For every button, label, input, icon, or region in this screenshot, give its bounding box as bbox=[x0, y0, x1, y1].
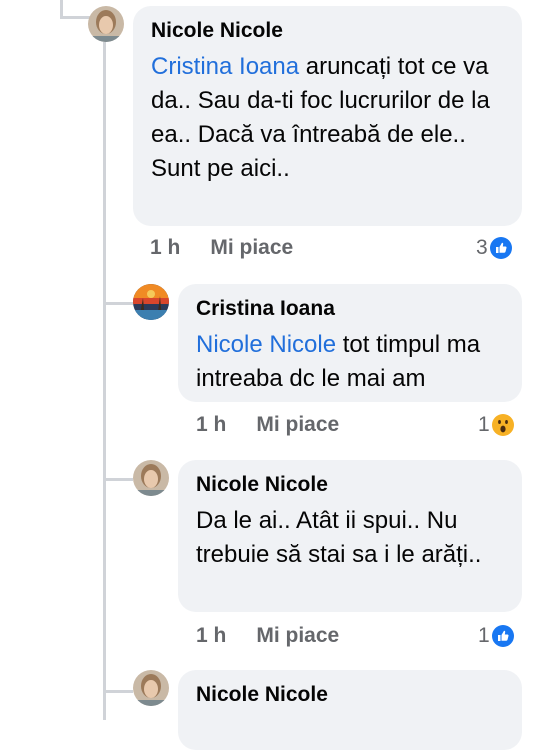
thread-line bbox=[103, 302, 133, 305]
thread-line bbox=[103, 478, 133, 481]
reaction-count: 1 bbox=[478, 413, 490, 436]
avatar[interactable] bbox=[133, 284, 169, 320]
wow-icon bbox=[491, 414, 514, 436]
thread-line bbox=[103, 690, 133, 693]
avatar[interactable] bbox=[133, 460, 169, 496]
comment-author[interactable]: Nicole Nicole bbox=[196, 472, 504, 498]
comment-text: Da le ai.. Atât ii spui.. Nu trebuie să … bbox=[196, 504, 504, 572]
like-icon bbox=[489, 237, 512, 259]
like-button[interactable]: Mi piace bbox=[256, 624, 339, 648]
comment-bubble: Nicole Nicole bbox=[178, 670, 522, 750]
comment-bubble: Cristina Ioana Nicole Nicole tot timpul … bbox=[178, 284, 522, 402]
thread-line bbox=[60, 16, 90, 19]
comment-text: Nicole Nicole tot timpul ma intreaba dc … bbox=[196, 328, 504, 396]
reaction-count: 1 bbox=[478, 624, 490, 647]
like-icon bbox=[491, 625, 514, 647]
comment-author[interactable]: Nicole Nicole bbox=[151, 18, 504, 44]
comment-actions: 1 h Mi piace bbox=[196, 624, 339, 648]
comment-author[interactable]: Cristina Ioana bbox=[196, 296, 504, 322]
comment-timestamp[interactable]: 1 h bbox=[196, 624, 226, 648]
reaction-count: 3 bbox=[476, 236, 488, 259]
comment-bubble: Nicole Nicole Cristina Ioana aruncați to… bbox=[133, 6, 522, 226]
thread-line bbox=[103, 42, 106, 720]
comment-timestamp[interactable]: 1 h bbox=[150, 236, 180, 260]
comment-actions: 1 h Mi piace bbox=[196, 413, 339, 437]
comment-actions: 1 h Mi piace bbox=[150, 236, 293, 260]
avatar[interactable] bbox=[133, 670, 169, 706]
like-button[interactable]: Mi piace bbox=[210, 236, 293, 260]
like-button[interactable]: Mi piace bbox=[256, 413, 339, 437]
reaction-summary[interactable]: 1 bbox=[478, 413, 514, 437]
reaction-summary[interactable]: 1 bbox=[478, 624, 514, 648]
mention-link[interactable]: Nicole Nicole bbox=[196, 331, 336, 358]
comment-author[interactable]: Nicole Nicole bbox=[196, 682, 504, 708]
comment-body: Da le ai.. Atât ii spui.. Nu trebuie să … bbox=[196, 507, 482, 568]
comment-timestamp[interactable]: 1 h bbox=[196, 413, 226, 437]
mention-link[interactable]: Cristina Ioana bbox=[151, 53, 299, 80]
avatar[interactable] bbox=[88, 6, 124, 42]
comment-bubble: Nicole Nicole Da le ai.. Atât ii spui.. … bbox=[178, 460, 522, 612]
comment-text: Cristina Ioana aruncați tot ce va da.. S… bbox=[151, 50, 504, 186]
reaction-summary[interactable]: 3 bbox=[476, 236, 512, 260]
